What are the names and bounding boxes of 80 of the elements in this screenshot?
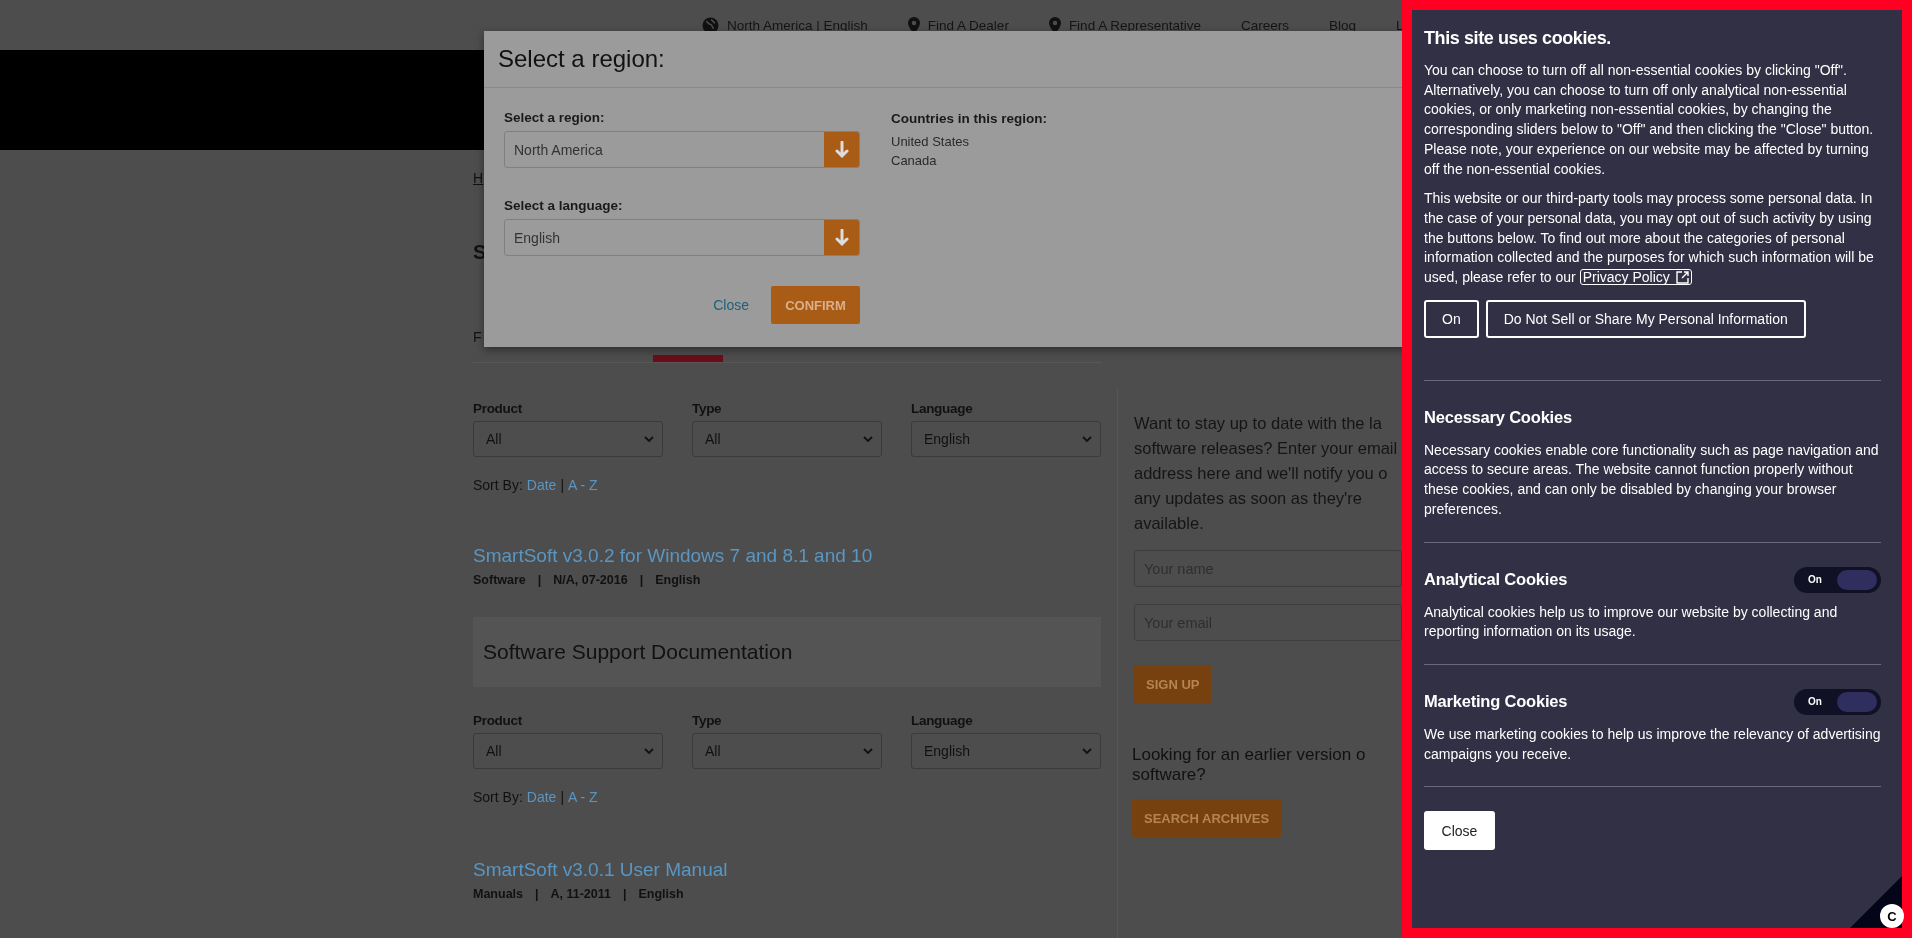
privacy-policy-link[interactable]: Privacy Policy bbox=[1579, 269, 1692, 286]
chevron-icon bbox=[644, 747, 654, 755]
cookie-toggle[interactable]: On bbox=[1794, 688, 1881, 715]
filter-select[interactable]: All bbox=[692, 733, 882, 769]
settings-badge[interactable]: C bbox=[1882, 906, 1902, 926]
category-description: Analytical cookies help us to improve our website by collecting and reporting information on its usage. bbox=[1424, 602, 1839, 642]
item-meta: | bbox=[535, 887, 539, 901]
globe-icon bbox=[702, 16, 719, 34]
item-meta: N/A, 07-2016 bbox=[553, 573, 628, 587]
down-arrow-icon bbox=[834, 228, 849, 247]
filter-label: Type bbox=[692, 713, 723, 728]
sort-link[interactable]: Date bbox=[526, 477, 557, 493]
cookie-option-button[interactable]: Do Not Sell or Share My Personal Information bbox=[1485, 299, 1806, 338]
sort-link[interactable]: A - Z bbox=[568, 477, 598, 493]
item-title-link[interactable]: SmartSoft v3.0.2 for Windows 7 and 8.1 and 10 bbox=[473, 545, 873, 567]
archives-heading: Looking for an earlier version o bbox=[1132, 745, 1366, 765]
cookie-option-button[interactable]: On bbox=[1424, 299, 1479, 338]
field-label: Select a region: bbox=[504, 110, 606, 125]
archives-heading: software? bbox=[1132, 765, 1206, 785]
filter-select[interactable]: All bbox=[473, 421, 663, 457]
category-description: Necessary cookies enable core functionality such as page navigation and access to secure areas. The website cannot function properly without these cookies, and can only be disabled by changing your browser preferences. bbox=[1424, 440, 1880, 519]
cookie-title: This site uses cookies. bbox=[1424, 28, 1612, 49]
filter-select[interactable]: English bbox=[911, 421, 1101, 457]
category-title: Analytical Cookies bbox=[1424, 570, 1568, 590]
close-link[interactable]: Close bbox=[713, 297, 749, 313]
nav-link[interactable]: Careers bbox=[1240, 17, 1289, 33]
newsletter-text: software releases? Enter your email bbox=[1134, 438, 1398, 459]
breadcrumb-link[interactable]: H bbox=[473, 170, 485, 186]
filter-label: Type bbox=[692, 401, 723, 416]
filter-select[interactable]: English bbox=[911, 733, 1101, 769]
separator: | bbox=[560, 789, 564, 805]
cookie-text: You can choose to turn off all non-essential cookies by clicking "Off". Alternatively, you can choose to turn off only analytical non-essential cookies, or only marketing non-essential cookies, by changing the corresponding sliders below to "Off" and then clicking the "Close" button. Please note, your experience on our website may be affected by turning off the non-essential cookies. bbox=[1424, 61, 1875, 179]
dropdown-field[interactable]: North America bbox=[504, 131, 860, 168]
item-meta: Software bbox=[473, 573, 526, 587]
sign-up-button[interactable]: SIGN UP bbox=[1134, 665, 1212, 703]
chevron-icon bbox=[1082, 747, 1092, 755]
sort-link[interactable]: Date bbox=[526, 789, 557, 805]
filter-select[interactable]: All bbox=[473, 733, 663, 769]
dialog-title: Select a region: bbox=[498, 45, 665, 73]
item-meta: | bbox=[623, 887, 627, 901]
country-name: Canada bbox=[891, 152, 938, 170]
newsletter-text: address here and we'll notify you o bbox=[1134, 463, 1388, 484]
countries-heading: Countries in this region: bbox=[891, 111, 1047, 126]
field-label: Select a language: bbox=[504, 198, 624, 213]
item-meta: A, 11-2011 bbox=[550, 887, 611, 901]
chevron-icon bbox=[863, 435, 873, 443]
sort-label: Sort By: bbox=[473, 789, 523, 805]
newsletter-text: Want to stay up to date with the la bbox=[1134, 413, 1382, 434]
category-title: Marketing Cookies bbox=[1424, 692, 1568, 712]
search-archives-button[interactable]: SEARCH ARCHIVES bbox=[1132, 799, 1282, 837]
down-arrow-icon bbox=[834, 140, 849, 159]
item-meta: Manuals bbox=[473, 887, 523, 901]
sort-link[interactable]: A - Z bbox=[568, 789, 598, 805]
sort-label: Sort By: bbox=[473, 477, 523, 493]
item-meta: | bbox=[639, 573, 644, 587]
chevron-icon bbox=[644, 435, 654, 443]
newsletter-text: available. bbox=[1134, 513, 1204, 534]
filter-label: Language bbox=[911, 713, 974, 728]
confirm-button[interactable]: CONFIRM bbox=[771, 286, 860, 324]
dropdown-field[interactable]: English bbox=[504, 219, 860, 256]
item-meta: English bbox=[638, 887, 684, 901]
category-description: We use marketing cookies to help us improve the relevancy of advertising campaigns you receive. bbox=[1424, 724, 1881, 764]
cookie-text: This website or our third-party tools may process some personal data. In the case of your personal data, you may opt out of such activity by using the buttons below. To find out more about the categories of personal information collected and the purposes for which such information will be used, please refer to our Privacy Policy bbox=[1424, 189, 1875, 288]
category-title: Necessary Cookies bbox=[1424, 408, 1572, 428]
filter-select[interactable]: All bbox=[692, 421, 882, 457]
newsletter-text: any updates as soon as they're bbox=[1134, 488, 1362, 509]
filter-label: Product bbox=[473, 713, 523, 728]
separator: | bbox=[560, 477, 564, 493]
chevron-icon bbox=[863, 747, 873, 755]
external-link-icon bbox=[1675, 270, 1689, 284]
country-name: United States bbox=[891, 133, 971, 151]
filter-label: Product bbox=[473, 401, 523, 416]
filter-label: Language bbox=[911, 401, 974, 416]
item-meta: English bbox=[655, 573, 701, 587]
item-title-link[interactable]: SmartSoft v3.0.1 User Manual bbox=[473, 859, 728, 881]
close-button[interactable]: Close bbox=[1424, 811, 1495, 851]
cookie-toggle[interactable]: On bbox=[1794, 566, 1881, 593]
section-title: Software Support Documentation bbox=[483, 640, 793, 664]
item-meta: | bbox=[537, 573, 542, 587]
chevron-icon bbox=[1082, 435, 1092, 443]
